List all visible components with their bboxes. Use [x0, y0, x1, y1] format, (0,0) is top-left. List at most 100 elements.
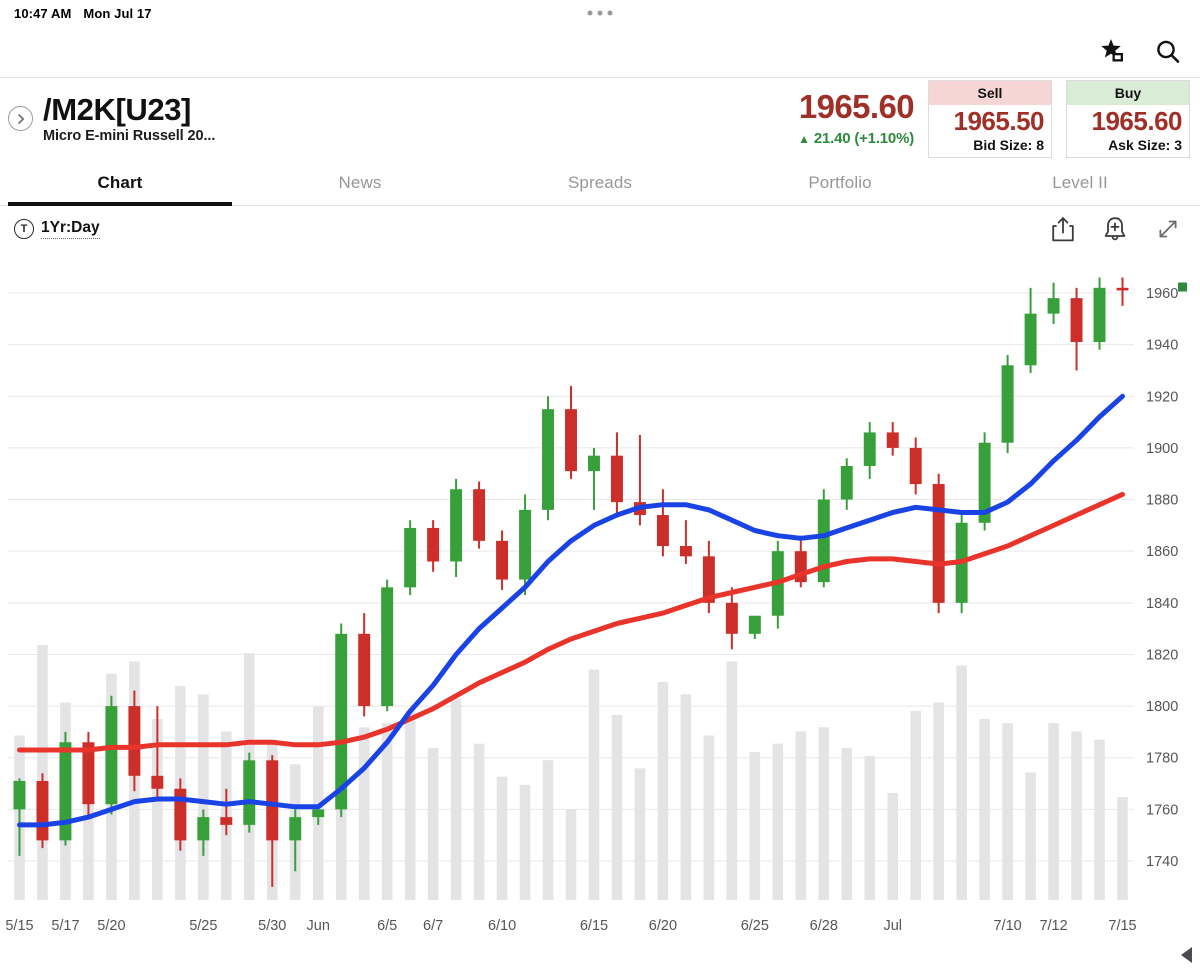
volume-bar — [657, 682, 669, 900]
candle-body — [312, 809, 325, 818]
y-axis-tick: 1740 — [1146, 854, 1178, 870]
candle-body — [174, 788, 187, 841]
tab-bar: Chart News Spreads Portfolio Level II — [0, 160, 1200, 206]
x-axis-tick: 7/12 — [1039, 918, 1067, 934]
volume-bar — [1117, 797, 1128, 900]
candle-body — [197, 817, 210, 841]
candle-body — [36, 780, 49, 841]
chart-toolbar-icons — [1050, 215, 1182, 243]
candle-body — [1116, 287, 1129, 291]
quote-values: 1965.60 ▲ 21.40 (+1.10%) Sell 1965.50 Bi… — [798, 80, 1190, 158]
collapse-left-arrow-icon[interactable] — [1178, 944, 1198, 966]
x-axis-tick: 5/15 — [5, 918, 33, 934]
app-bar — [0, 26, 1200, 78]
candle-body — [1070, 298, 1083, 343]
volume-bar — [404, 710, 416, 900]
candle-body — [220, 817, 233, 825]
volume-bar — [933, 702, 944, 900]
candle-body — [542, 409, 554, 510]
tab-chart[interactable]: Chart — [0, 160, 240, 206]
tab-news[interactable]: News — [240, 160, 480, 205]
candle-body — [588, 455, 600, 472]
expand-diagonal-icon[interactable] — [1154, 215, 1182, 243]
candle-body — [266, 760, 279, 841]
volume-bar — [611, 714, 623, 900]
candle-body — [886, 432, 899, 448]
price-chart[interactable]: 1960 1940 1920 1900 1880 1860 1840 1820 1800 1780… — [0, 252, 1200, 968]
status-bar-date: Mon Jul 17 — [83, 5, 152, 21]
app-bar-icons — [1098, 38, 1182, 66]
volume-bar — [37, 645, 48, 900]
volume-bar — [1094, 739, 1105, 900]
search-icon[interactable] — [1154, 38, 1182, 66]
tab-level-ii[interactable]: Level II — [960, 160, 1200, 205]
y-axis-tick: 1940 — [1146, 338, 1178, 354]
timeframe-selector[interactable]: T 1Yr:Day — [14, 219, 100, 239]
tab-label: Spreads — [567, 172, 633, 192]
candle-body — [656, 515, 669, 547]
symbol-description: Micro E-mini Russell 20... — [43, 128, 216, 145]
change-arrow-icon: ▲ — [798, 132, 810, 147]
y-axis-tick: 1800 — [1146, 699, 1178, 715]
last-price: 1965.60 — [798, 88, 915, 126]
y-axis-tick: 1920 — [1146, 389, 1178, 405]
ask-size: Ask Size: 3 — [1108, 136, 1182, 153]
bid-price: 1965.50 — [953, 106, 1045, 137]
volume-bar — [588, 669, 600, 900]
star-watchlist-icon[interactable] — [1098, 38, 1128, 66]
candle-body — [748, 615, 761, 634]
symbol-block[interactable]: /M2K[U23] Micro E-mini Russell 20... — [8, 91, 216, 145]
candle-body — [1024, 313, 1037, 366]
candle-body — [610, 455, 623, 503]
candle-body — [863, 432, 876, 466]
buy-label: Buy — [1067, 81, 1189, 106]
x-axis-tick: 5/30 — [258, 918, 286, 934]
last-price-block: 1965.60 ▲ 21.40 (+1.10%) — [798, 90, 914, 147]
status-bar: 10:47 AM Mon Jul 17 — [0, 0, 1200, 26]
candle-body — [909, 447, 922, 485]
tab-spreads[interactable]: Spreads — [480, 160, 720, 205]
candle-body — [1093, 287, 1106, 343]
x-axis-tick: 6/10 — [488, 918, 516, 934]
volume-bar — [565, 809, 577, 900]
chart-canvas[interactable]: 1960 1940 1920 1900 1880 1860 1840 1820 1800 1780… — [0, 252, 1200, 968]
tab-label: News — [338, 172, 382, 192]
ask-price: 1965.60 — [1091, 106, 1183, 137]
candle-body — [679, 546, 692, 557]
sell-button[interactable]: Sell 1965.50 Bid Size: 8 — [928, 80, 1052, 158]
y-axis-tick: 1860 — [1146, 544, 1178, 560]
volume-bar — [542, 760, 554, 900]
x-axis-tick: 6/7 — [423, 918, 443, 934]
x-axis-tick: 5/25 — [189, 918, 217, 934]
price-change: ▲ 21.40 (+1.10%) — [798, 130, 914, 147]
candle-body — [59, 742, 72, 841]
candle-body — [358, 633, 371, 707]
symbol-ticker: /M2K[U23] — [43, 91, 191, 127]
x-axis-tick: 6/5 — [377, 918, 397, 934]
bell-plus-icon[interactable] — [1102, 215, 1128, 243]
volume-bar — [749, 751, 761, 900]
chevron-right-circle-icon[interactable] — [8, 106, 33, 132]
volume-bar — [818, 727, 830, 900]
volume-bar — [726, 661, 738, 900]
bid-size: Bid Size: 8 — [973, 136, 1044, 153]
change-value: 21.40 (+1.10%) — [813, 130, 914, 148]
candle-body — [932, 484, 945, 603]
volume-bar — [910, 710, 921, 900]
x-axis-tick: 6/28 — [810, 918, 838, 934]
buy-button[interactable]: Buy 1965.60 Ask Size: 3 — [1066, 80, 1190, 158]
x-axis-tick: Jun — [307, 918, 330, 934]
tab-portfolio[interactable]: Portfolio — [720, 160, 960, 205]
y-axis-tick: 1840 — [1146, 596, 1178, 612]
volume-bar — [680, 694, 692, 900]
x-axis-tick: 7/15 — [1108, 918, 1136, 934]
volume-bar — [772, 743, 784, 900]
candle-body — [427, 527, 440, 562]
x-axis-tick: 5/20 — [97, 918, 125, 934]
more-dots-icon[interactable] — [587, 10, 613, 16]
candle-body — [496, 540, 509, 580]
candle-body — [289, 817, 302, 841]
share-upload-icon[interactable] — [1050, 215, 1076, 243]
volume-bar — [864, 756, 876, 900]
volume-bar — [473, 743, 485, 900]
